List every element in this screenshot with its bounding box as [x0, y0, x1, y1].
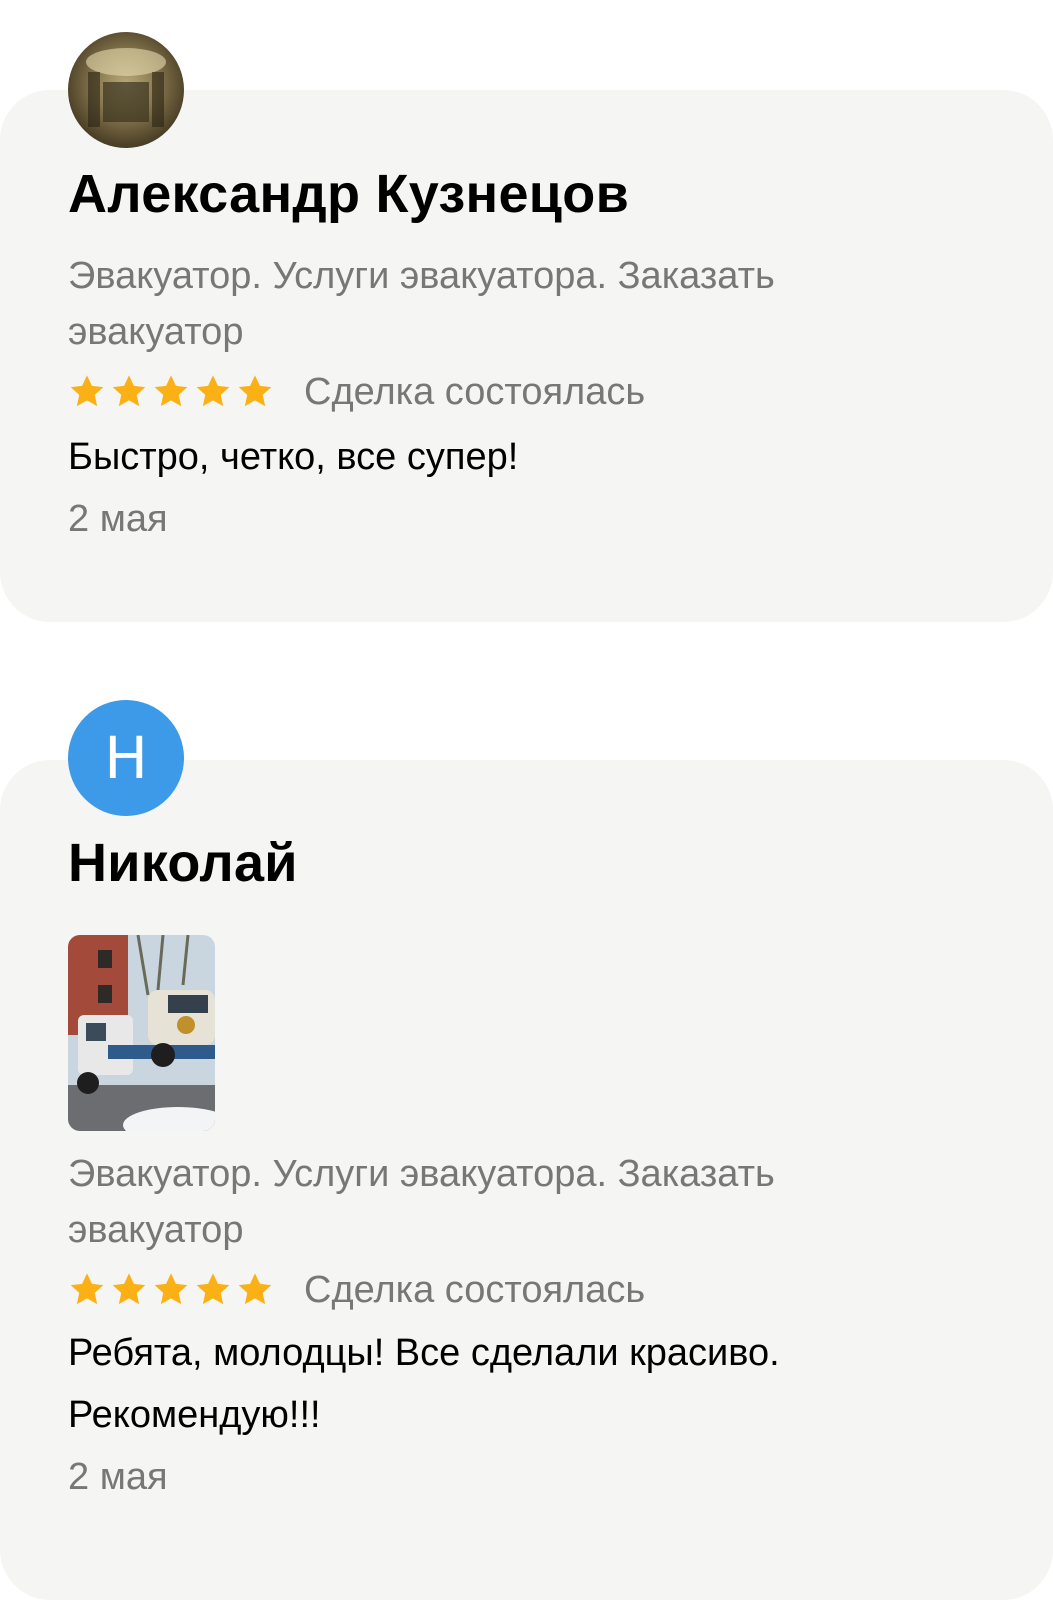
star-icon [154, 1273, 188, 1305]
deal-status: Сделка состоялась [304, 1268, 646, 1311]
review-author[interactable]: Александр Кузнецов [68, 163, 629, 225]
avatar[interactable]: Н [68, 700, 184, 816]
review-text: Быстро, четко, все супер! [68, 436, 519, 478]
review-author[interactable]: Николай [68, 832, 298, 894]
avatar[interactable] [68, 32, 184, 148]
rating-row: Сделка состоялась [68, 368, 645, 416]
avatar-photo-icon [86, 48, 166, 127]
review-text: Ребята, молодцы! Все сделали красиво. Ре… [68, 1332, 780, 1436]
star-icon [70, 375, 104, 407]
star-icon [196, 375, 230, 407]
review-service[interactable]: Эвакуатор. Услуги эвакуатора. Заказать э… [68, 1146, 928, 1258]
star-icon [70, 1273, 104, 1305]
review-date: 2 мая [68, 498, 168, 540]
review-photo[interactable] [68, 935, 215, 1131]
avatar-letter: Н [104, 724, 148, 792]
star-icon [238, 375, 272, 407]
star-icon [112, 1273, 146, 1305]
review-service[interactable]: Эвакуатор. Услуги эвакуатора. Заказать э… [68, 248, 928, 360]
tow-truck-photo-icon [68, 935, 215, 1131]
rating-row: Сделка состоялась [68, 1266, 645, 1314]
star-icon [112, 375, 146, 407]
star-icon [154, 375, 188, 407]
star-icon [196, 1273, 230, 1305]
star-rating [68, 373, 274, 411]
star-rating [68, 1271, 274, 1309]
star-icon [238, 1273, 272, 1305]
review-date: 2 мая [68, 1456, 168, 1498]
deal-status: Сделка состоялась [304, 370, 646, 413]
